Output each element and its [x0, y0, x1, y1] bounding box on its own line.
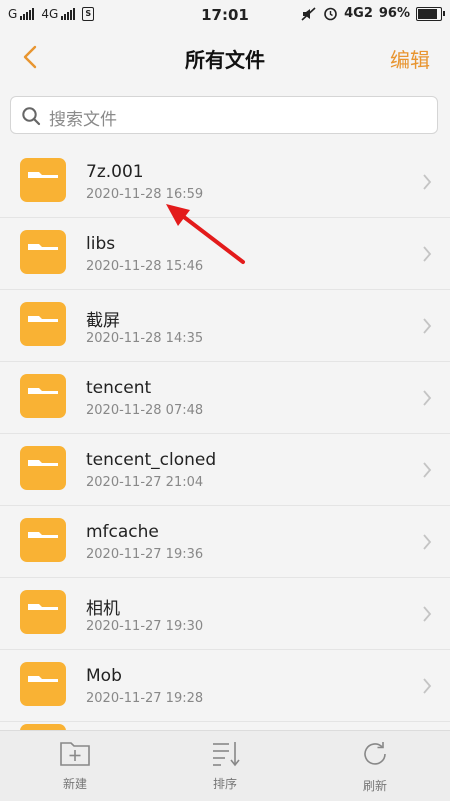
- file-name: 截屏: [86, 311, 120, 331]
- file-name: tencent: [86, 378, 152, 398]
- folder-icon: [20, 518, 66, 562]
- file-name: 相机: [86, 599, 120, 619]
- file-row[interactable]: Mob 2020-11-27 19:28: [0, 650, 450, 722]
- network-label: 4G2: [344, 6, 373, 21]
- file-name: 7z.001: [86, 162, 144, 182]
- battery-icon: [416, 6, 445, 21]
- chevron-right-icon: [423, 390, 432, 406]
- new-folder-icon: [60, 742, 90, 766]
- page-title: 所有文件: [185, 48, 265, 72]
- chevron-right-icon: [423, 246, 432, 262]
- file-row[interactable]: tencent 2020-11-28 07:48: [0, 362, 450, 434]
- file-name: Mob: [86, 666, 122, 686]
- file-date: 2020-11-27 19:30: [86, 619, 204, 634]
- folder-icon: [20, 230, 66, 274]
- folder-icon: [20, 158, 66, 202]
- file-date: 2020-11-28 07:48: [86, 403, 204, 418]
- file-list: 7z.001 2020-11-28 16:59 libs 2020-11-28 15:…: [0, 146, 450, 736]
- file-row[interactable]: libs 2020-11-28 15:46: [0, 218, 450, 290]
- status-right: 4G2 96%: [301, 6, 445, 21]
- file-name: tencent_cloned: [86, 450, 217, 470]
- file-date: 2020-11-28 16:59: [86, 187, 204, 202]
- chevron-right-icon: [423, 174, 432, 190]
- chevron-right-icon: [423, 318, 432, 334]
- file-date: 2020-11-27 21:04: [86, 475, 204, 490]
- folder-icon: [20, 662, 66, 706]
- search-placeholder: 搜索文件: [49, 110, 117, 130]
- file-name: libs: [86, 234, 116, 254]
- edit-button[interactable]: 编辑: [390, 44, 430, 73]
- search-icon: [22, 107, 41, 126]
- folder-icon: [20, 446, 66, 490]
- file-row[interactable]: 相机 2020-11-27 19:30: [0, 578, 450, 650]
- battery-percent: 96%: [378, 6, 410, 21]
- mute-icon: [301, 6, 316, 21]
- folder-icon: [20, 302, 66, 346]
- chevron-right-icon: [423, 606, 432, 622]
- top-bar: 所有文件 编辑: [0, 32, 450, 84]
- file-date: 2020-11-28 15:46: [86, 259, 204, 274]
- chevron-right-icon: [423, 462, 432, 478]
- file-date: 2020-11-28 14:35: [86, 331, 204, 346]
- back-arrow-icon[interactable]: [18, 44, 44, 70]
- search-box[interactable]: 搜索文件: [10, 96, 438, 134]
- sort-label: 排序: [212, 777, 237, 791]
- chevron-right-icon: [423, 534, 432, 550]
- file-date: 2020-11-27 19:36: [86, 547, 204, 562]
- sort-icon: [213, 742, 240, 767]
- file-row[interactable]: 7z.001 2020-11-28 16:59: [0, 146, 450, 218]
- file-name: mfcache: [86, 522, 159, 542]
- alarm-icon: [324, 7, 337, 21]
- status-bar: G 4G S 17:01 4G2 96%: [0, 0, 450, 32]
- new-label: 新建: [62, 777, 87, 791]
- bottom-toolbar: 新建 排序 刷新: [0, 730, 450, 801]
- sort-button[interactable]: 排序: [185, 739, 265, 792]
- folder-icon: [20, 374, 66, 418]
- refresh-label: 刷新: [362, 779, 387, 793]
- file-row[interactable]: 截屏 2020-11-28 14:35: [0, 290, 450, 362]
- new-button[interactable]: 新建: [35, 739, 115, 792]
- file-row[interactable]: mfcache 2020-11-27 19:36: [0, 506, 450, 578]
- chevron-right-icon: [423, 678, 432, 694]
- folder-icon: [20, 590, 66, 634]
- file-row[interactable]: tencent_cloned 2020-11-27 21:04: [0, 434, 450, 506]
- refresh-icon: [364, 742, 386, 765]
- file-date: 2020-11-27 19:28: [86, 691, 204, 706]
- refresh-button[interactable]: 刷新: [335, 739, 415, 794]
